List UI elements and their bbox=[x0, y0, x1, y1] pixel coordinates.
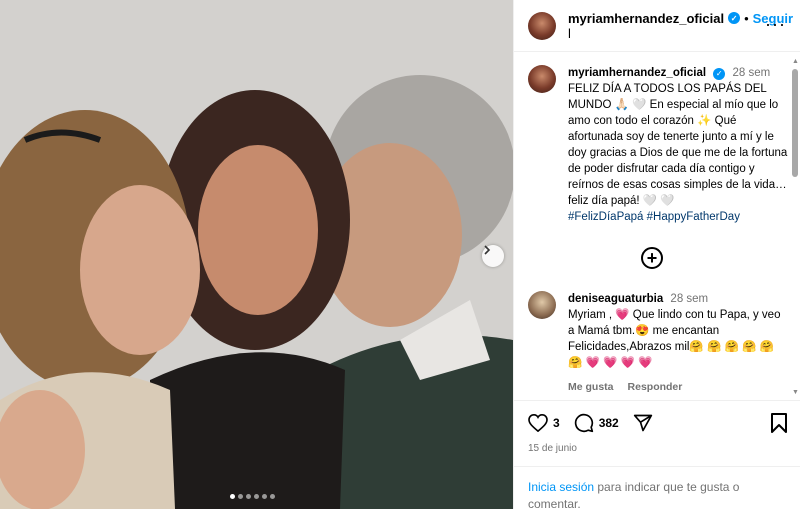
login-link[interactable]: Inicia sesión bbox=[528, 480, 594, 494]
caption-hashtags[interactable]: #FelizDíaPapá #HappyFatherDay bbox=[568, 211, 740, 223]
author-username[interactable]: myriamhernandez_oficial bbox=[568, 11, 724, 26]
header-text: myriamhernandez_oficial ✓ • Seguir l bbox=[568, 11, 793, 41]
load-more-row: + bbox=[514, 225, 790, 269]
likes-count: 3 bbox=[553, 416, 560, 430]
caption-time: 28 sem bbox=[732, 67, 771, 79]
bookmark-icon bbox=[771, 413, 787, 433]
action-row: 3 382 bbox=[514, 401, 800, 433]
carousel-dots bbox=[230, 494, 275, 499]
comments-scroll-area[interactable]: myriamhernandez_oficial ✓ 28 sem FELIZ D… bbox=[514, 53, 790, 400]
comment-reply-button[interactable]: Responder bbox=[628, 379, 683, 395]
comment-time: 28 sem bbox=[670, 293, 709, 305]
save-bookmark-button[interactable] bbox=[771, 413, 787, 438]
carousel-dot-active[interactable] bbox=[230, 494, 235, 499]
verified-badge-icon: ✓ bbox=[728, 12, 741, 24]
header-name-row: myriamhernandez_oficial ✓ • Seguir bbox=[568, 11, 793, 26]
scroll-down-icon[interactable]: ▼ bbox=[792, 389, 799, 396]
heart-icon bbox=[528, 414, 548, 432]
share-action[interactable] bbox=[633, 413, 653, 433]
comment-body: deniseaguaturbia 28 sem Myriam , 💗 Que l… bbox=[568, 291, 782, 395]
scrollbar[interactable]: ▲ ▼ bbox=[791, 58, 799, 396]
caption-text: FELIZ DÍA A TODOS LOS PAPÁS DEL MUNDO 🙏🏻… bbox=[568, 83, 788, 207]
chevron-right-icon bbox=[484, 245, 491, 255]
carousel-dot[interactable] bbox=[254, 494, 259, 499]
scroll-up-icon[interactable]: ▲ bbox=[792, 58, 799, 65]
next-slide-button[interactable] bbox=[482, 245, 504, 267]
post-actions: 3 382 15 de junio Inicia sesión para ind… bbox=[514, 400, 800, 509]
verified-badge-icon: ✓ bbox=[713, 68, 726, 80]
comment-bubble-icon bbox=[574, 413, 593, 433]
comment-like-button[interactable]: Me gusta bbox=[568, 379, 614, 395]
more-options-icon[interactable]: ··· bbox=[765, 15, 786, 33]
commenter-avatar[interactable] bbox=[528, 291, 556, 319]
like-action[interactable]: 3 bbox=[528, 414, 560, 432]
header-extra: l bbox=[568, 25, 571, 41]
comment-username[interactable]: deniseaguaturbia bbox=[568, 293, 663, 305]
carousel-dot[interactable] bbox=[238, 494, 243, 499]
caption: myriamhernandez_oficial ✓ 28 sem FELIZ D… bbox=[514, 53, 790, 225]
separator-dot: • bbox=[744, 10, 749, 26]
post-photo[interactable] bbox=[0, 0, 513, 509]
carousel-dot[interactable] bbox=[262, 494, 267, 499]
comment-item: deniseaguaturbia 28 sem Myriam , 💗 Que l… bbox=[514, 269, 790, 395]
caption-avatar[interactable] bbox=[528, 65, 556, 93]
login-prompt: Inicia sesión para indicar que te gusta … bbox=[514, 466, 800, 509]
comment-actions: Me gusta Responder bbox=[568, 379, 782, 395]
author-avatar[interactable] bbox=[528, 11, 556, 40]
carousel-dot[interactable] bbox=[270, 494, 275, 499]
post-date[interactable]: 15 de junio bbox=[514, 433, 800, 454]
caption-body: myriamhernandez_oficial ✓ 28 sem FELIZ D… bbox=[568, 65, 788, 225]
carousel-dot[interactable] bbox=[246, 494, 251, 499]
post-header: myriamhernandez_oficial ✓ • Seguir l ··· bbox=[514, 0, 800, 52]
share-plane-icon bbox=[633, 414, 652, 432]
post-side-panel: myriamhernandez_oficial ✓ • Seguir l ···… bbox=[513, 0, 800, 509]
comment-action[interactable]: 382 bbox=[574, 413, 619, 433]
comments-count: 382 bbox=[598, 416, 619, 430]
photo-illustration bbox=[0, 0, 513, 509]
comment-text: Myriam , 💗 Que lindo con tu Papa, y veo … bbox=[568, 309, 781, 369]
scrollbar-thumb[interactable] bbox=[792, 69, 798, 177]
caption-username[interactable]: myriamhernandez_oficial bbox=[568, 67, 706, 79]
load-more-comments-icon[interactable]: + bbox=[641, 247, 663, 269]
